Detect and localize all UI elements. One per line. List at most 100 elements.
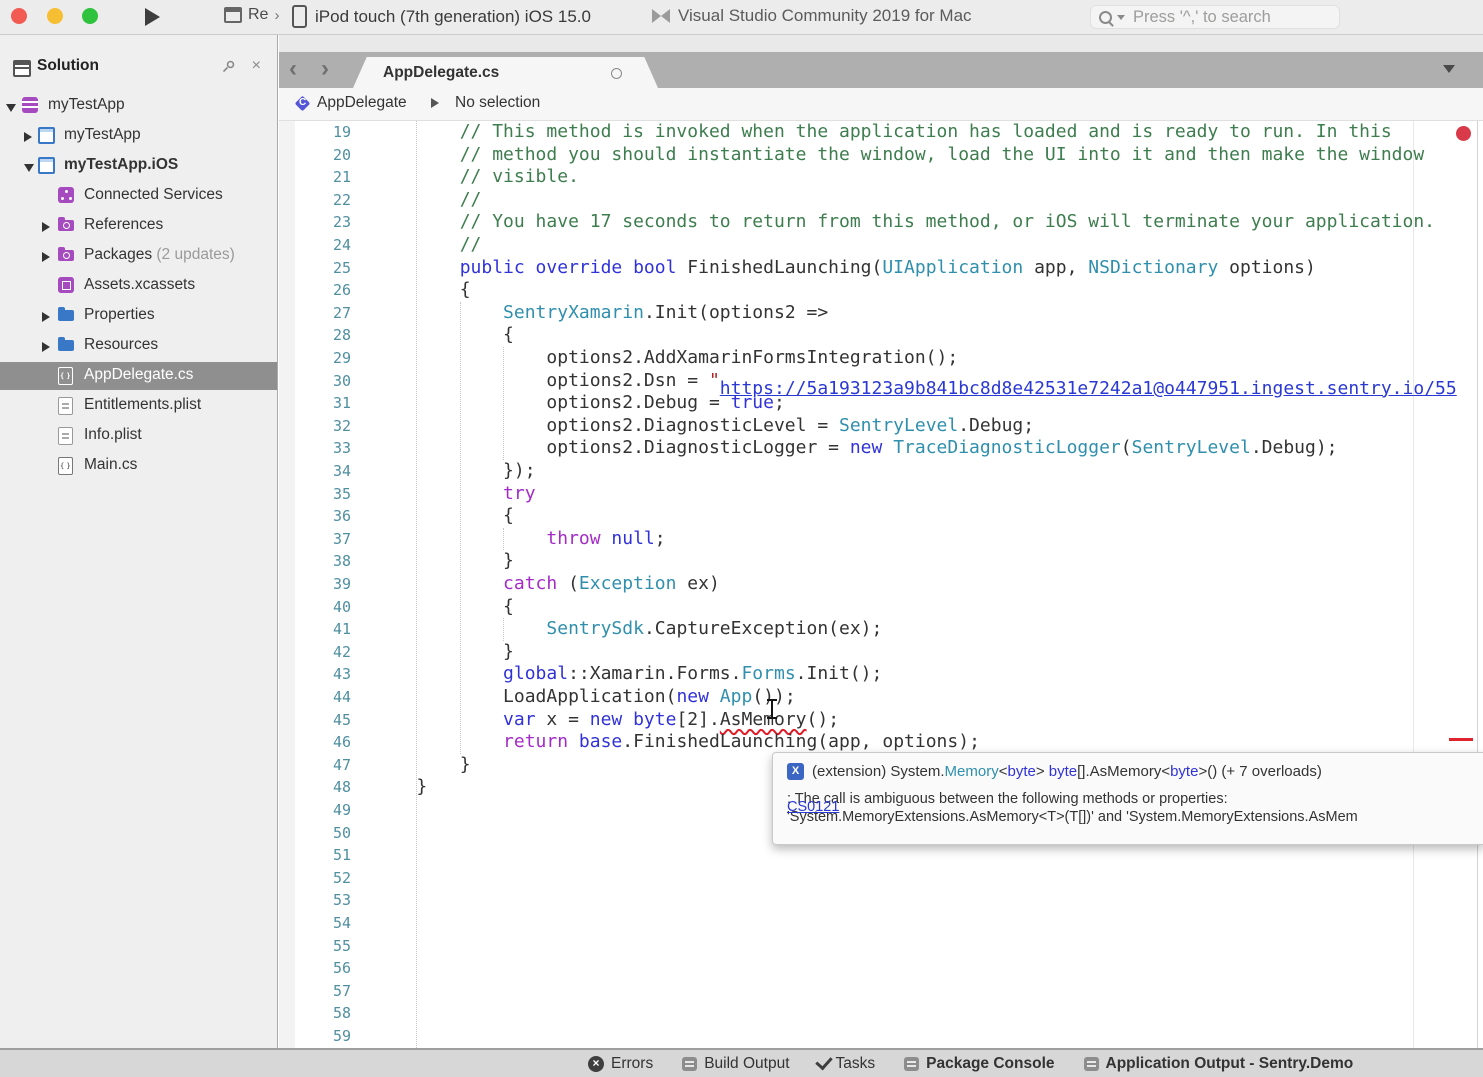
folder-blue-icon bbox=[58, 310, 74, 321]
project-icon bbox=[38, 157, 55, 174]
pad-button-package-console[interactable]: Package Console bbox=[904, 1055, 1054, 1073]
status-pad-bar: ×Errors Build Output Tasks Package Console A… bbox=[0, 1048, 1483, 1077]
tab-list-dropdown-icon[interactable] bbox=[1443, 65, 1455, 73]
code-line-38[interactable]: 38 } bbox=[279, 550, 1483, 573]
tree-item-resources[interactable]: Resources bbox=[0, 332, 277, 360]
assets-icon bbox=[58, 277, 74, 293]
run-button[interactable] bbox=[145, 8, 160, 26]
code-line-45[interactable]: 45 var x = new byte[2].AsMemory(); bbox=[279, 709, 1483, 732]
code-line-43[interactable]: 43 global::Xamarin.Forms.Forms.Init(); bbox=[279, 663, 1483, 686]
scrollbar-error-marker[interactable] bbox=[1449, 738, 1473, 741]
code-line-20[interactable]: 20 // method you should instantiate the … bbox=[279, 144, 1483, 167]
tree-item-appdelegate-cs[interactable]: AppDelegate.cs bbox=[0, 362, 277, 390]
tree-item-packages[interactable]: Packages (2 updates) bbox=[0, 242, 277, 270]
code-line-19[interactable]: 19 // This method is invoked when the ap… bbox=[279, 121, 1483, 144]
code-line-26[interactable]: 26 { bbox=[279, 279, 1483, 302]
code-line-46[interactable]: 46 return base.FinishedLaunching(app, op… bbox=[279, 731, 1483, 754]
code-line-51[interactable]: 51 bbox=[279, 844, 1483, 867]
code-line-57[interactable]: 57 bbox=[279, 980, 1483, 1003]
code-line-21[interactable]: 21 // visible. bbox=[279, 166, 1483, 189]
tab-appdelegate[interactable]: AppDelegate.cs bbox=[353, 57, 658, 88]
output-pad-icon bbox=[904, 1057, 919, 1071]
code-line-32[interactable]: 32 options2.DiagnosticLevel = SentryLeve… bbox=[279, 415, 1483, 438]
tree-item-main-cs[interactable]: Main.cs bbox=[0, 452, 277, 480]
code-line-36[interactable]: 36 { bbox=[279, 505, 1483, 528]
code-line-35[interactable]: 35 try bbox=[279, 483, 1483, 506]
code-line-22[interactable]: 22 // bbox=[279, 189, 1483, 212]
global-search-input[interactable]: Press '^,' to search bbox=[1090, 5, 1340, 29]
vs-mac-window: { "topbar": { "config_label": "Re", "con… bbox=[0, 0, 1483, 1077]
plist-icon bbox=[58, 427, 73, 445]
file-health-error-dot[interactable] bbox=[1456, 126, 1471, 141]
tree-item-mytestapp[interactable]: myTestApp bbox=[0, 92, 277, 120]
phone-icon bbox=[292, 5, 307, 28]
search-icon bbox=[1099, 11, 1112, 24]
tree-item-info-plist[interactable]: Info.plist bbox=[0, 422, 277, 450]
disclosure-expanded-icon[interactable] bbox=[24, 164, 34, 172]
code-line-53[interactable]: 53 bbox=[279, 889, 1483, 912]
navigate-back-button[interactable]: ‹ bbox=[289, 55, 297, 83]
pad-button-errors[interactable]: ×Errors bbox=[588, 1055, 653, 1073]
errors-icon: × bbox=[588, 1056, 604, 1072]
solution-tree: myTestApp myTestApp myTestApp.iOS Connec… bbox=[0, 35, 277, 1048]
code-line-52[interactable]: 52 bbox=[279, 867, 1483, 890]
code-editor[interactable]: 19 // This method is invoked when the ap… bbox=[279, 121, 1483, 1048]
code-line-41[interactable]: 41 SentrySdk.CaptureException(ex); bbox=[279, 618, 1483, 641]
code-line-44[interactable]: 44 LoadApplication(new App()); bbox=[279, 686, 1483, 709]
code-line-31[interactable]: 31 options2.Debug = true; bbox=[279, 392, 1483, 415]
visual-studio-logo-icon bbox=[652, 9, 670, 23]
code-line-27[interactable]: 27 SentryXamarin.Init(options2 => bbox=[279, 302, 1483, 325]
tree-item-entitlements-plist[interactable]: Entitlements.plist bbox=[0, 392, 277, 420]
device-target-dropdown[interactable]: iPod touch (7th generation) iOS 15.0 bbox=[292, 5, 591, 28]
tooltip-error-body: CS0121: The call is ambiguous between th… bbox=[787, 791, 1358, 826]
disclosure-collapsed-icon[interactable] bbox=[42, 342, 50, 352]
code-line-55[interactable]: 55 bbox=[279, 935, 1483, 958]
pad-button-build-output[interactable]: Build Output bbox=[682, 1055, 789, 1073]
editor-tab-strip: ‹ › AppDelegate.cs bbox=[279, 35, 1483, 88]
zoom-window-button[interactable] bbox=[82, 8, 98, 24]
output-pad-icon bbox=[1084, 1057, 1099, 1071]
disclosure-expanded-icon[interactable] bbox=[6, 104, 16, 112]
pad-button-tasks[interactable]: Tasks bbox=[819, 1055, 876, 1073]
code-line-29[interactable]: 29 options2.AddXamarinFormsIntegration()… bbox=[279, 347, 1483, 370]
tree-item-connected-services[interactable]: Connected Services bbox=[0, 182, 277, 210]
code-line-54[interactable]: 54 bbox=[279, 912, 1483, 935]
pad-button-application-output-sentry-demo[interactable]: Application Output - Sentry.Demo bbox=[1084, 1055, 1354, 1073]
code-line-25[interactable]: 25 public override bool FinishedLaunchin… bbox=[279, 257, 1483, 280]
code-line-24[interactable]: 24 // bbox=[279, 234, 1483, 257]
code-line-39[interactable]: 39 catch (Exception ex) bbox=[279, 573, 1483, 596]
folder-blue-icon bbox=[58, 340, 74, 351]
minimize-window-button[interactable] bbox=[47, 8, 63, 24]
tree-item-mytestapp-ios[interactable]: myTestApp.iOS bbox=[0, 152, 277, 180]
code-line-59[interactable]: 59 bbox=[279, 1025, 1483, 1048]
navigate-forward-button[interactable]: › bbox=[321, 55, 329, 83]
code-line-28[interactable]: 28 { bbox=[279, 324, 1483, 347]
cs-icon bbox=[58, 367, 73, 385]
disclosure-collapsed-icon[interactable] bbox=[42, 222, 50, 232]
code-line-58[interactable]: 58 bbox=[279, 1002, 1483, 1025]
code-line-30[interactable]: 30 options2.Dsn = "https://5a193123a9b84… bbox=[279, 370, 1483, 393]
code-line-42[interactable]: 42 } bbox=[279, 641, 1483, 664]
disclosure-collapsed-icon[interactable] bbox=[24, 132, 32, 142]
window-titlebar-toolbar: Re › iPod touch (7th generation) iOS 15.… bbox=[0, 0, 1483, 35]
breadcrumb-class[interactable]: AppDelegate bbox=[317, 94, 407, 112]
tree-item-references[interactable]: References bbox=[0, 212, 277, 240]
close-window-button[interactable] bbox=[11, 8, 27, 24]
configuration-label: Re bbox=[248, 6, 268, 24]
tree-item-mytestapp[interactable]: myTestApp bbox=[0, 122, 277, 150]
code-line-33[interactable]: 33 options2.DiagnosticLogger = new Trace… bbox=[279, 437, 1483, 460]
code-line-56[interactable]: 56 bbox=[279, 957, 1483, 980]
breadcrumb-selection[interactable]: No selection bbox=[455, 94, 540, 112]
disclosure-collapsed-icon[interactable] bbox=[42, 252, 50, 262]
tasks-check-icon bbox=[815, 1053, 832, 1071]
tree-item-properties[interactable]: Properties bbox=[0, 302, 277, 330]
code-line-40[interactable]: 40 { bbox=[279, 596, 1483, 619]
build-configuration-dropdown[interactable]: Re › bbox=[224, 6, 279, 24]
tree-item-assets-xcassets[interactable]: Assets.xcassets bbox=[0, 272, 277, 300]
disclosure-collapsed-icon[interactable] bbox=[42, 312, 50, 322]
code-line-34[interactable]: 34 }); bbox=[279, 460, 1483, 483]
window-title-label: Visual Studio Community 2019 for Mac bbox=[678, 6, 972, 26]
code-line-37[interactable]: 37 throw null; bbox=[279, 528, 1483, 551]
code-line-23[interactable]: 23 // You have 17 seconds to return from… bbox=[279, 211, 1483, 234]
modified-indicator-icon bbox=[611, 68, 622, 79]
